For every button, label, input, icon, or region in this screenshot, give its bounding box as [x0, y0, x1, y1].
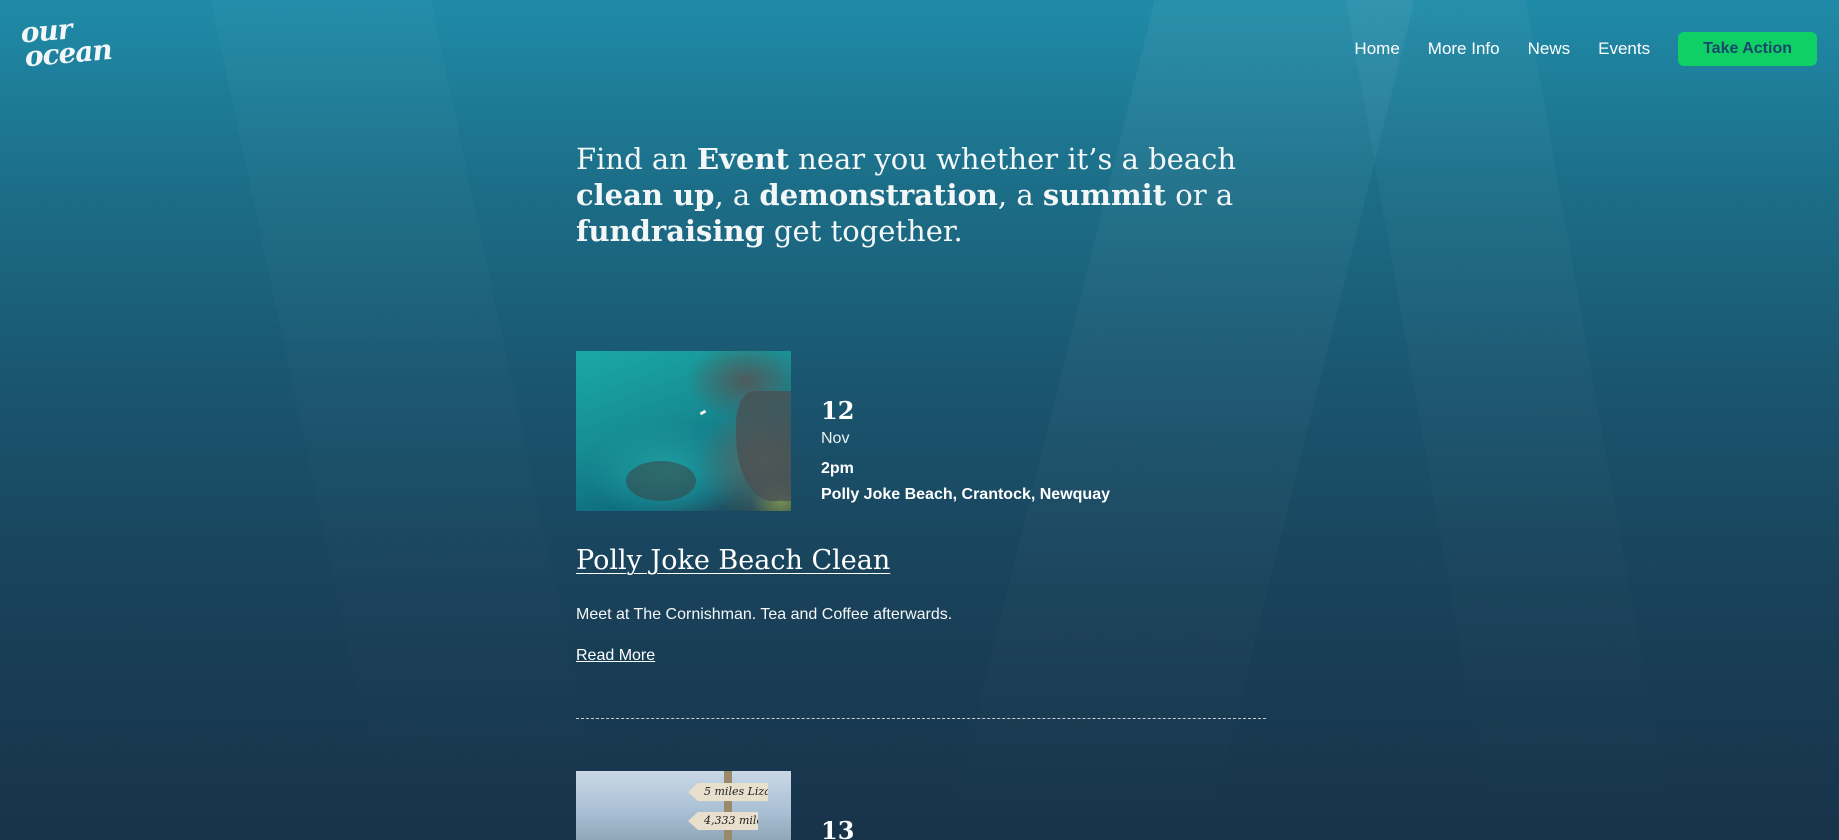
intro-text: , a — [997, 178, 1043, 212]
event-day: 13 — [821, 816, 855, 840]
intro-text: , a — [714, 178, 760, 212]
intro-text-bold: Event — [697, 142, 789, 176]
intro-text-bold: fundraising — [576, 214, 765, 248]
intro-text: Find an — [576, 142, 698, 176]
intro-text-bold: summit — [1042, 178, 1167, 212]
event-divider — [576, 718, 1266, 719]
intro-text-bold: clean up — [576, 178, 715, 212]
event-month: Nov — [821, 430, 850, 447]
read-more-link[interactable]: Read More — [576, 647, 655, 665]
rock-shape — [626, 461, 696, 501]
nav-events[interactable]: Events — [1598, 39, 1650, 59]
event-description: Meet at The Cornishman. Tea and Coffee a… — [576, 606, 953, 623]
event-image[interactable] — [576, 351, 791, 511]
take-action-button[interactable]: Take Action — [1678, 32, 1817, 66]
event-meta: 13 — [821, 817, 854, 840]
site-logo[interactable]: our ocean — [19, 12, 113, 77]
boat-shape — [699, 409, 707, 416]
nav-news[interactable]: News — [1528, 39, 1571, 59]
event-image[interactable]: 5 miles Lizard Point 4,333 miles America — [576, 771, 791, 840]
intro-text: or a — [1166, 178, 1234, 212]
light-ray — [210, 0, 610, 840]
nav-more-info[interactable]: More Info — [1428, 39, 1500, 59]
intro-text-bold: demonstration — [759, 178, 998, 212]
signpost-sign: 5 miles Lizard Point — [688, 783, 768, 801]
intro-heading: Find an Event near you whether it’s a be… — [576, 141, 1266, 249]
main-nav: Home More Info News Events Take Action — [1326, 32, 1817, 66]
signpost-sign: 4,333 miles America — [688, 812, 758, 830]
light-ray — [1345, 0, 1675, 840]
event-day: 12 — [821, 396, 855, 425]
nav-home[interactable]: Home — [1354, 39, 1399, 59]
event-title-link[interactable]: Polly Joke Beach Clean — [576, 545, 890, 576]
event-time: 2pm — [821, 460, 854, 477]
event-location: Polly Joke Beach, Crantock, Newquay — [821, 486, 1110, 503]
rock-shape — [736, 391, 791, 501]
intro-text: near you whether it’s a beach — [788, 142, 1237, 176]
logo-line-2: ocean — [23, 32, 113, 74]
event-meta: 12 Nov 2pm Polly Joke Beach, Crantock, N… — [821, 397, 1110, 505]
intro-text: get together. — [764, 214, 963, 248]
